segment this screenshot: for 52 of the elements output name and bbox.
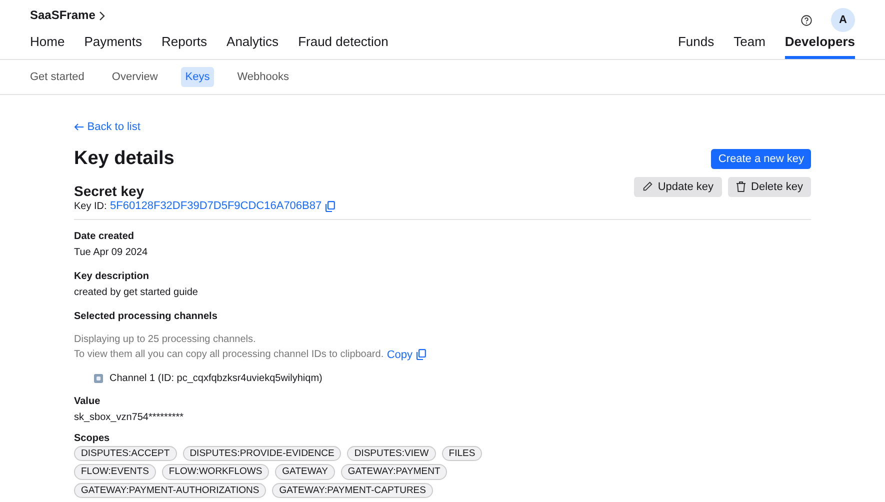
scope-tag: GATEWAY <box>275 464 335 480</box>
back-link[interactable]: Back to list <box>74 120 140 134</box>
field-value: created by get started guide <box>74 286 199 299</box>
field-label: Date created <box>74 230 136 243</box>
nav-tab[interactable]: Analytics <box>226 34 279 59</box>
scope-tag: FILES <box>442 446 482 462</box>
channel-label: Channel 1 (ID: pc_cqxfqbzksr4uviekq5wilyhiqm) <box>110 372 322 386</box>
scope-tag: GATEWAY:PAYMENT-AUTHORIZATIONS <box>74 482 266 498</box>
help-icon[interactable] <box>800 14 812 26</box>
user-avatar[interactable]: A <box>831 8 855 32</box>
nav-tab[interactable]: Reports <box>162 34 208 59</box>
pencil-icon <box>642 181 653 192</box>
copy-link[interactable]: Copy <box>386 348 413 362</box>
create-key-button[interactable]: Create a new key <box>711 149 811 170</box>
nav-tab[interactable]: Home <box>30 34 65 59</box>
nav-tab[interactable]: Funds <box>678 34 714 59</box>
trash-icon <box>736 181 746 192</box>
scope-tag: FLOW:EVENTS <box>74 464 156 480</box>
field-label: Value <box>74 395 102 408</box>
sub-tab[interactable]: Webhooks <box>233 66 294 88</box>
key-id-label: Key ID: <box>74 200 107 214</box>
copy-icon[interactable] <box>324 201 335 212</box>
nav-tab[interactable]: Fraud detection <box>298 34 388 59</box>
scope-tag: FLOW:WORKFLOWS <box>162 464 270 480</box>
scope-tag: DISPUTES:PROVIDE-EVIDENCE <box>182 446 342 462</box>
scope-tag: DISPUTES:VIEW <box>347 446 436 462</box>
info-text: Displaying up to 25 processing channels. <box>74 332 257 346</box>
sub-tab[interactable]: Keys <box>181 66 214 88</box>
key-id-link[interactable]: 5F60128F32DF39D7D5F9CDC16A706B87 <box>110 199 322 214</box>
copy-icon[interactable] <box>416 349 426 360</box>
field-label: Scopes <box>74 432 111 446</box>
field-label: Selected processing channels <box>74 310 218 323</box>
update-key-button[interactable]: Update key <box>634 176 722 197</box>
info-text: To view them all you can copy all processing channel IDs to clipboard. <box>74 348 384 362</box>
checkbox-icon <box>94 374 103 384</box>
field-value: Tue Apr 09 2024 <box>74 246 149 259</box>
scope-tag: DISPUTES:ACCEPT <box>74 446 177 462</box>
arrow-left-icon <box>74 123 84 131</box>
brand-name: SaaSFrame <box>30 8 96 24</box>
page-title: Key details <box>74 148 174 171</box>
sub-tab[interactable]: Get started <box>26 66 88 88</box>
field-label: Key description <box>74 270 150 283</box>
sub-tab[interactable]: Overview <box>108 66 162 88</box>
scope-tag: GATEWAY:PAYMENT <box>340 464 448 480</box>
nav-tab[interactable]: Team <box>734 34 766 59</box>
scope-tag: GATEWAY:PAYMENT-CAPTURES <box>272 482 433 498</box>
field-value: sk_sbox_vzn754********* <box>74 411 185 424</box>
chevron-right-icon <box>98 10 105 21</box>
nav-tab[interactable]: Developers <box>784 34 855 59</box>
nav-tab[interactable]: Payments <box>84 34 142 59</box>
delete-key-button[interactable]: Delete key <box>728 176 811 197</box>
section-title: Secret key <box>74 182 146 200</box>
